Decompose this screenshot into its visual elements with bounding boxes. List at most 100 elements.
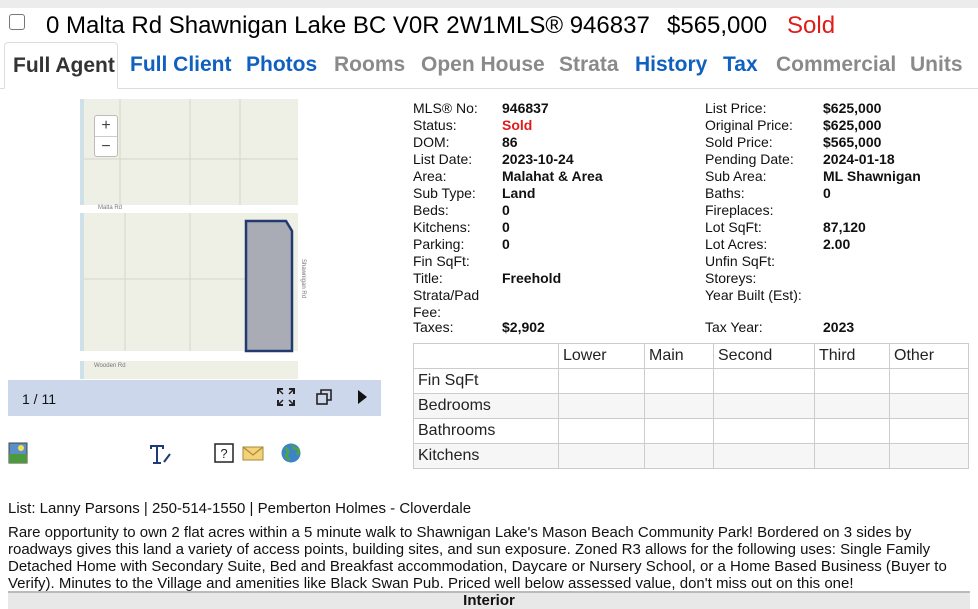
- tab-full-agent[interactable]: Full Agent: [4, 42, 118, 89]
- fact-value: 0: [502, 219, 510, 235]
- fact-label: Fireplaces:: [705, 202, 774, 218]
- fact-label: DOM:: [413, 134, 450, 150]
- tab-photos[interactable]: Photos: [246, 53, 317, 77]
- property-map[interactable]: Malta Rd Shawnigan Rd Wooden Rd + −: [80, 99, 310, 379]
- top-band: [0, 0, 978, 8]
- fact-label: Baths:: [705, 185, 745, 201]
- tab-units[interactable]: Units: [910, 53, 963, 77]
- listing-status: Sold: [787, 12, 836, 39]
- fact-label: Storeys:: [705, 270, 757, 286]
- fact-value: 0: [502, 202, 510, 218]
- lot-boundary: [244, 219, 294, 353]
- interior-section-header[interactable]: Interior: [8, 591, 970, 609]
- next-photo-icon[interactable]: [352, 388, 372, 408]
- listing-mls-number: MLS® 946837: [496, 12, 650, 39]
- tab-history[interactable]: History: [635, 53, 707, 77]
- fact-label: Sold Price:: [705, 134, 773, 150]
- fact-value: 2.00: [823, 236, 851, 252]
- fact-label: MLS® No:: [413, 100, 478, 116]
- tab-rooms[interactable]: Rooms: [334, 53, 405, 77]
- fact-label: Tax Year:: [705, 319, 763, 335]
- text-tool-icon[interactable]: [146, 442, 172, 468]
- globe-icon[interactable]: [280, 442, 302, 468]
- column-header: [413, 343, 559, 369]
- zoom-out-button[interactable]: −: [95, 137, 117, 157]
- table-row: Bathrooms: [413, 418, 969, 444]
- fact-label: Strata/Pad: [413, 287, 480, 303]
- fact-label: Taxes:: [413, 319, 454, 335]
- fact-value: 946837: [502, 100, 549, 116]
- fact-label: Area:: [413, 168, 447, 184]
- fact-label: Unfin SqFt:: [705, 253, 776, 269]
- map-zoom-control: + −: [94, 115, 118, 157]
- fact-value: $625,000: [823, 100, 882, 116]
- column-header: Second: [713, 343, 815, 369]
- map-view-icon[interactable]: [8, 442, 28, 468]
- row-label: Bedrooms: [413, 393, 559, 419]
- email-icon[interactable]: [242, 442, 264, 468]
- fullscreen-icon[interactable]: [276, 388, 296, 408]
- status-value: Sold: [502, 117, 533, 133]
- listing-header: 0 Malta Rd Shawnigan Lake BC V0R 2W1 MLS…: [0, 8, 978, 44]
- listing-price: $565,000: [667, 12, 768, 39]
- tab-bar: Full Agent Full Client Photos Rooms Open…: [0, 42, 978, 89]
- fact-label: Pending Date:: [705, 151, 794, 167]
- fact-value: 87,120: [823, 219, 866, 235]
- table-row: Fin SqFt: [413, 368, 969, 394]
- street-label-top: Malta Rd: [98, 205, 122, 211]
- fact-label: Beds:: [413, 202, 449, 218]
- listing-agent-line: List: Lanny Parsons | 250-514-1550 | Pem…: [8, 500, 472, 517]
- fact-label: Lot Acres:: [705, 236, 768, 252]
- fact-label: List Price:: [705, 100, 767, 116]
- table-header-row: Lower Main Second Third Other: [413, 343, 969, 369]
- row-label: Fin SqFt: [413, 368, 559, 394]
- tab-tax[interactable]: Tax: [723, 53, 758, 77]
- fact-label: Sub Type:: [413, 185, 476, 201]
- row-label: Kitchens: [413, 443, 559, 469]
- fact-value: Malahat & Area: [502, 168, 603, 184]
- tab-commercial[interactable]: Commercial: [776, 53, 896, 77]
- photo-viewer-bar: 1 / 11: [8, 380, 381, 416]
- fact-value: $625,000: [823, 117, 882, 133]
- column-header: Main: [644, 343, 714, 369]
- fact-value: $2,902: [502, 319, 545, 335]
- fact-value: Land: [502, 185, 536, 201]
- popout-icon[interactable]: [314, 388, 334, 408]
- table-row: Bedrooms: [413, 393, 969, 419]
- help-icon[interactable]: ?: [214, 442, 234, 468]
- column-header: Third: [814, 343, 890, 369]
- fact-label: Kitchens:: [413, 219, 471, 235]
- street-label-bottom: Wooden Rd: [94, 363, 126, 369]
- fact-label: Parking:: [413, 236, 465, 252]
- zoom-in-button[interactable]: +: [95, 116, 117, 137]
- fact-label: Sub Area:: [705, 168, 767, 184]
- fact-value: 0: [823, 185, 831, 201]
- fact-label: Lot SqFt:: [705, 219, 762, 235]
- row-label: Bathrooms: [413, 418, 559, 444]
- fact-label: Status:: [413, 117, 457, 133]
- tab-open-house[interactable]: Open House: [421, 53, 545, 77]
- fact-label: Title:: [413, 270, 443, 286]
- fact-value: 2024-01-18: [823, 151, 895, 167]
- column-header: Other: [889, 343, 969, 369]
- svg-text:?: ?: [220, 446, 227, 461]
- fact-label: Year Built (Est):: [705, 287, 802, 303]
- table-row: Kitchens: [413, 443, 969, 469]
- fact-value: 2023: [823, 319, 855, 335]
- tab-strata[interactable]: Strata: [559, 53, 619, 77]
- tab-full-client[interactable]: Full Client: [130, 53, 232, 77]
- fact-value: Freehold: [502, 270, 562, 286]
- rooms-summary-table: Lower Main Second Third Other Fin SqFt B…: [413, 343, 969, 469]
- fact-label: Fin SqFt:: [413, 253, 470, 269]
- fact-label: List Date:: [413, 151, 473, 167]
- fact-value: 86: [502, 134, 518, 150]
- fact-value: 0: [502, 236, 510, 252]
- fact-value: ML Shawnigan: [823, 168, 921, 184]
- column-header: Lower: [558, 343, 645, 369]
- listing-description: Rare opportunity to own 2 flat acres wit…: [8, 524, 947, 592]
- street-label-right: Shawnigan Rd: [300, 259, 306, 298]
- listing-address: 0 Malta Rd Shawnigan Lake BC V0R 2W1: [46, 12, 496, 39]
- photo-counter: 1 / 11: [22, 391, 56, 407]
- select-listing-checkbox[interactable]: [9, 14, 25, 30]
- fact-label: Original Price:: [705, 117, 793, 133]
